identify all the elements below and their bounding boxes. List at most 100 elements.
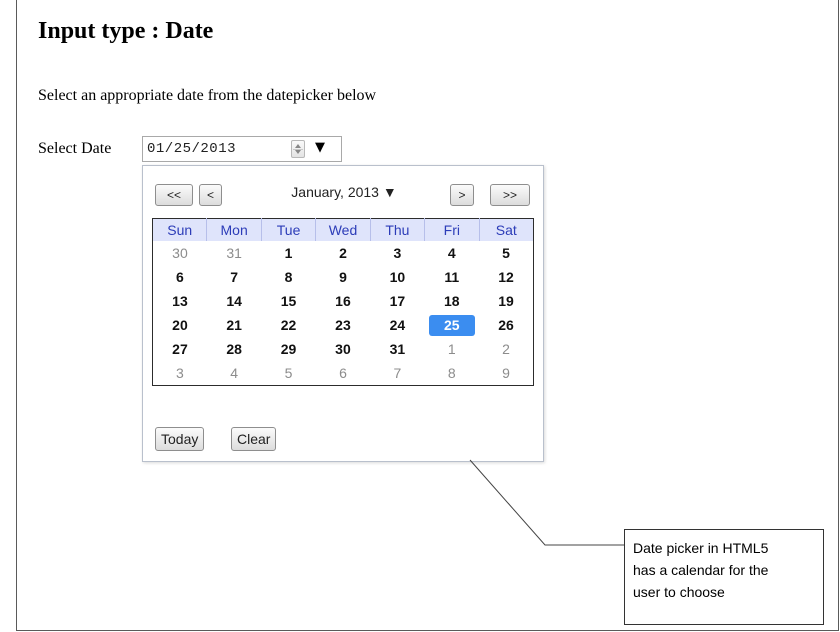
calendar-week-row: 27 28 29 30 31 1 2: [153, 337, 534, 361]
day-number: 16: [335, 292, 351, 309]
calendar-day[interactable]: 17: [370, 289, 424, 313]
calendar-day[interactable]: 22: [261, 313, 315, 337]
calendar-day[interactable]: 19: [479, 289, 533, 313]
spin-up-icon[interactable]: [295, 144, 301, 148]
calendar-day-other-month[interactable]: 8: [425, 361, 479, 386]
day-number: 7: [393, 364, 402, 381]
day-number: 18: [444, 292, 460, 309]
day-number: 1: [447, 340, 456, 357]
selected-day-number: 25: [428, 314, 475, 336]
calendar-day-other-month[interactable]: 9: [479, 361, 533, 386]
date-input-field[interactable]: ▼: [142, 136, 342, 162]
weekday-header: Mon: [206, 218, 262, 241]
day-number: 26: [498, 316, 514, 333]
calendar-day[interactable]: 16: [316, 289, 370, 313]
calendar-day[interactable]: 11: [425, 265, 479, 289]
calendar-day-other-month[interactable]: 31: [207, 241, 261, 265]
calendar-day[interactable]: 27: [153, 337, 207, 361]
spin-down-icon[interactable]: [295, 150, 301, 154]
callout-annotation: Date picker in HTML5 has a calendar for …: [624, 529, 824, 625]
calendar-day[interactable]: 4: [425, 241, 479, 265]
select-date-label: Select Date: [38, 140, 112, 157]
calendar-day[interactable]: 18: [425, 289, 479, 313]
date-input[interactable]: [147, 141, 277, 157]
day-number: 3: [393, 244, 402, 261]
day-number: 19: [498, 292, 514, 309]
calendar-day-other-month[interactable]: 30: [153, 241, 207, 265]
calendar-week-row: 20 21 22 23 24 25 26: [153, 313, 534, 337]
datepicker-popup: << < January, 2013 ▼ > >> Sun Mon Tue We…: [142, 165, 544, 462]
callout-line-2: has a calendar for the: [633, 562, 769, 578]
day-number: 28: [226, 340, 242, 357]
page-title: Input type : Date: [38, 18, 214, 44]
calendar-day-other-month[interactable]: 4: [207, 361, 261, 386]
next-month-button[interactable]: >: [450, 184, 474, 206]
day-number: 29: [280, 340, 297, 357]
calendar-day[interactable]: 31: [370, 337, 424, 361]
calendar-day[interactable]: 13: [153, 289, 207, 313]
dropdown-arrow-icon[interactable]: ▼: [315, 140, 325, 155]
day-number: 8: [447, 364, 456, 381]
day-number: 30: [335, 340, 351, 357]
day-number: 10: [389, 268, 406, 285]
calendar-day-other-month[interactable]: 6: [316, 361, 370, 386]
calendar-day[interactable]: 23: [316, 313, 370, 337]
calendar-day[interactable]: 28: [207, 337, 261, 361]
calendar-day-selected[interactable]: 25: [425, 313, 479, 337]
callout-line-1: Date picker in HTML5: [633, 540, 769, 556]
calendar-day[interactable]: 30: [316, 337, 370, 361]
day-number: 27: [172, 340, 188, 357]
calendar-grid: Sun Mon Tue Wed Thu Fri Sat 30 31 1 2 3 …: [152, 218, 534, 386]
calendar-day[interactable]: 26: [479, 313, 533, 337]
weekday-header: Wed: [315, 218, 371, 241]
calendar-day[interactable]: 9: [316, 265, 370, 289]
next-year-button[interactable]: >>: [490, 184, 530, 206]
calendar-day[interactable]: 20: [153, 313, 207, 337]
calendar-day[interactable]: 8: [261, 265, 315, 289]
calendar-day-other-month[interactable]: 7: [370, 361, 424, 386]
calendar-day[interactable]: 21: [207, 313, 261, 337]
day-number: 5: [502, 244, 510, 261]
calendar-day[interactable]: 12: [479, 265, 533, 289]
calendar-week-row: 3 4 5 6 7 8 9: [153, 361, 534, 386]
calendar-day[interactable]: 2: [316, 241, 370, 265]
day-number: 3: [176, 364, 184, 381]
day-number: 2: [339, 244, 347, 261]
calendar-day-other-month[interactable]: 3: [153, 361, 207, 386]
day-number: 9: [339, 268, 347, 285]
day-number: 11: [444, 268, 460, 285]
day-number: 6: [339, 364, 347, 381]
calendar-day-other-month[interactable]: 1: [425, 337, 479, 361]
calendar-day[interactable]: 7: [207, 265, 261, 289]
calendar-day-other-month[interactable]: 5: [261, 361, 315, 386]
calendar-day[interactable]: 24: [370, 313, 424, 337]
day-number: 9: [502, 364, 510, 381]
calendar-day[interactable]: 5: [479, 241, 533, 265]
prev-year-button[interactable]: <<: [155, 184, 193, 206]
calendar-day[interactable]: 15: [261, 289, 315, 313]
day-number: 13: [172, 292, 188, 309]
day-number: 5: [284, 364, 293, 381]
calendar-week-row: 13 14 15 16 17 18 19: [153, 289, 534, 313]
calendar-day[interactable]: 29: [261, 337, 315, 361]
calendar-day[interactable]: 10: [370, 265, 424, 289]
weekday-header: Sun: [152, 218, 207, 241]
calendar-day[interactable]: 3: [370, 241, 424, 265]
day-number: 2: [502, 340, 510, 357]
weekday-header: Fri: [424, 218, 480, 241]
month-year-select[interactable]: [277, 180, 405, 206]
prev-month-button[interactable]: <: [199, 184, 222, 206]
day-number: 4: [230, 364, 239, 381]
day-number: 4: [447, 244, 456, 261]
today-button[interactable]: Today: [155, 427, 205, 451]
weekday-header: Thu: [369, 218, 425, 241]
day-number: 20: [172, 316, 188, 333]
date-spinner[interactable]: [291, 140, 305, 158]
calendar-day[interactable]: 1: [261, 241, 315, 265]
day-number: 1: [284, 244, 293, 261]
calendar-day[interactable]: 14: [207, 289, 261, 313]
clear-button[interactable]: Clear: [231, 427, 277, 451]
day-number: 8: [284, 268, 293, 285]
calendar-day-other-month[interactable]: 2: [479, 337, 533, 361]
calendar-day[interactable]: 6: [153, 265, 207, 289]
